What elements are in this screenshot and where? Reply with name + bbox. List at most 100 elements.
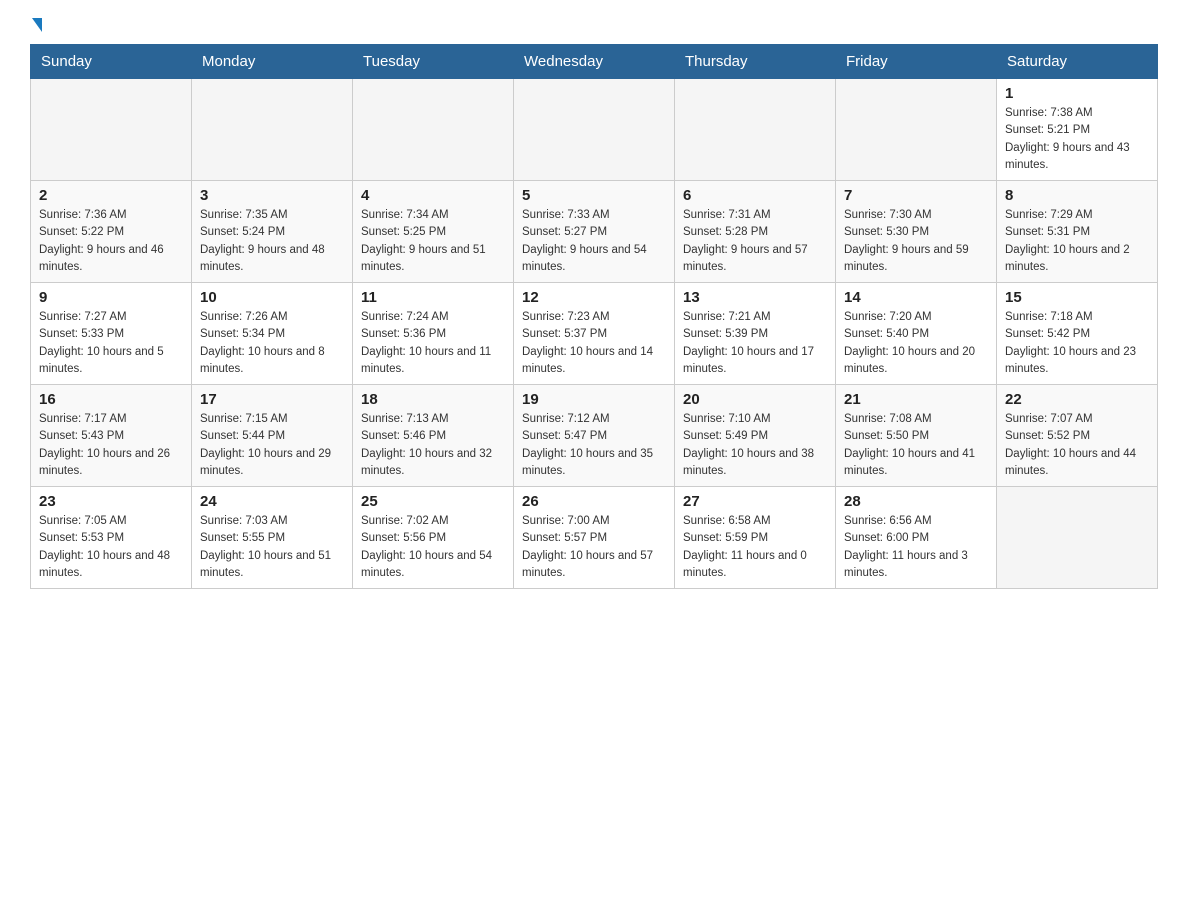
calendar-cell: [836, 79, 997, 181]
day-info: Sunrise: 7:35 AM Sunset: 5:24 PM Dayligh…: [200, 207, 344, 276]
day-info: Sunrise: 7:02 AM Sunset: 5:56 PM Dayligh…: [361, 513, 505, 582]
day-info: Sunrise: 7:27 AM Sunset: 5:33 PM Dayligh…: [39, 309, 183, 378]
calendar-cell: 25 Sunrise: 7:02 AM Sunset: 5:56 PM Dayli…: [353, 487, 514, 589]
day-info: Sunrise: 7:24 AM Sunset: 5:36 PM Dayligh…: [361, 309, 505, 378]
calendar-cell: 11 Sunrise: 7:24 AM Sunset: 5:36 PM Dayli…: [353, 283, 514, 385]
day-info: Sunrise: 7:26 AM Sunset: 5:34 PM Dayligh…: [200, 309, 344, 378]
calendar-cell: 8 Sunrise: 7:29 AM Sunset: 5:31 PM Daylig…: [997, 181, 1158, 283]
calendar-week-3: 9 Sunrise: 7:27 AM Sunset: 5:33 PM Daylig…: [31, 283, 1158, 385]
day-number: 7: [844, 187, 988, 204]
day-number: 20: [683, 391, 827, 408]
day-info: Sunrise: 7:13 AM Sunset: 5:46 PM Dayligh…: [361, 411, 505, 480]
day-info: Sunrise: 7:23 AM Sunset: 5:37 PM Dayligh…: [522, 309, 666, 378]
calendar-cell: 28 Sunrise: 6:56 AM Sunset: 6:00 PM Dayli…: [836, 487, 997, 589]
day-info: Sunrise: 6:56 AM Sunset: 6:00 PM Dayligh…: [844, 513, 988, 582]
calendar-table: SundayMondayTuesdayWednesdayThursdayFrid…: [30, 44, 1158, 589]
calendar-cell: [675, 79, 836, 181]
calendar-cell: 14Sunrise: 7:20 AM Sunset: 5:40 PM Dayli…: [836, 283, 997, 385]
day-number: 15: [1005, 289, 1149, 306]
calendar-cell: [192, 79, 353, 181]
calendar-cell: 13 Sunrise: 7:21 AM Sunset: 5:39 PM Dayli…: [675, 283, 836, 385]
calendar-cell: 12 Sunrise: 7:23 AM Sunset: 5:37 PM Dayli…: [514, 283, 675, 385]
calendar-cell: 19Sunrise: 7:12 AM Sunset: 5:47 PM Dayli…: [514, 385, 675, 487]
calendar-cell: 6 Sunrise: 7:31 AM Sunset: 5:28 PM Daylig…: [675, 181, 836, 283]
calendar-cell: 18 Sunrise: 7:13 AM Sunset: 5:46 PM Dayli…: [353, 385, 514, 487]
day-number: 21: [844, 391, 988, 408]
day-info: Sunrise: 7:18 AM Sunset: 5:42 PM Dayligh…: [1005, 309, 1149, 378]
page-header: [30, 20, 1158, 34]
day-info: Sunrise: 7:00 AM Sunset: 5:57 PM Dayligh…: [522, 513, 666, 582]
day-number: 8: [1005, 187, 1149, 204]
calendar-cell: 15 Sunrise: 7:18 AM Sunset: 5:42 PM Dayli…: [997, 283, 1158, 385]
day-number: 2: [39, 187, 183, 204]
calendar-week-5: 23Sunrise: 7:05 AM Sunset: 5:53 PM Dayli…: [31, 487, 1158, 589]
day-number: 9: [39, 289, 183, 306]
calendar-week-4: 16 Sunrise: 7:17 AM Sunset: 5:43 PM Dayli…: [31, 385, 1158, 487]
day-header-wednesday: Wednesday: [514, 45, 675, 79]
calendar-cell: 22 Sunrise: 7:07 AM Sunset: 5:52 PM Dayli…: [997, 385, 1158, 487]
calendar-cell: 9 Sunrise: 7:27 AM Sunset: 5:33 PM Daylig…: [31, 283, 192, 385]
day-number: 17: [200, 391, 344, 408]
calendar-cell: 5Sunrise: 7:33 AM Sunset: 5:27 PM Daylig…: [514, 181, 675, 283]
calendar-cell: 4 Sunrise: 7:34 AM Sunset: 5:25 PM Daylig…: [353, 181, 514, 283]
day-number: 22: [1005, 391, 1149, 408]
logo: [30, 20, 42, 34]
day-info: Sunrise: 7:07 AM Sunset: 5:52 PM Dayligh…: [1005, 411, 1149, 480]
day-info: Sunrise: 7:34 AM Sunset: 5:25 PM Dayligh…: [361, 207, 505, 276]
calendar-cell: 23Sunrise: 7:05 AM Sunset: 5:53 PM Dayli…: [31, 487, 192, 589]
calendar-cell: [514, 79, 675, 181]
day-number: 10: [200, 289, 344, 306]
calendar-cell: 17 Sunrise: 7:15 AM Sunset: 5:44 PM Dayli…: [192, 385, 353, 487]
day-number: 16: [39, 391, 183, 408]
day-number: 4: [361, 187, 505, 204]
day-number: 1: [1005, 85, 1149, 102]
day-info: Sunrise: 7:31 AM Sunset: 5:28 PM Dayligh…: [683, 207, 827, 276]
calendar-cell: 16 Sunrise: 7:17 AM Sunset: 5:43 PM Dayli…: [31, 385, 192, 487]
day-info: Sunrise: 7:17 AM Sunset: 5:43 PM Dayligh…: [39, 411, 183, 480]
day-header-friday: Friday: [836, 45, 997, 79]
logo-general-row: [30, 20, 42, 34]
day-number: 14: [844, 289, 988, 306]
calendar-cell: 21 Sunrise: 7:08 AM Sunset: 5:50 PM Dayli…: [836, 385, 997, 487]
day-number: 5: [522, 187, 666, 204]
day-header-saturday: Saturday: [997, 45, 1158, 79]
day-info: Sunrise: 7:30 AM Sunset: 5:30 PM Dayligh…: [844, 207, 988, 276]
day-info: Sunrise: 7:38 AM Sunset: 5:21 PM Dayligh…: [1005, 105, 1149, 174]
day-number: 12: [522, 289, 666, 306]
day-info: Sunrise: 7:15 AM Sunset: 5:44 PM Dayligh…: [200, 411, 344, 480]
calendar-week-2: 2 Sunrise: 7:36 AM Sunset: 5:22 PM Daylig…: [31, 181, 1158, 283]
day-header-sunday: Sunday: [31, 45, 192, 79]
day-number: 25: [361, 493, 505, 510]
day-info: Sunrise: 7:10 AM Sunset: 5:49 PM Dayligh…: [683, 411, 827, 480]
calendar-cell: 3 Sunrise: 7:35 AM Sunset: 5:24 PM Daylig…: [192, 181, 353, 283]
day-info: Sunrise: 7:05 AM Sunset: 5:53 PM Dayligh…: [39, 513, 183, 582]
day-info: Sunrise: 7:08 AM Sunset: 5:50 PM Dayligh…: [844, 411, 988, 480]
day-number: 11: [361, 289, 505, 306]
day-number: 26: [522, 493, 666, 510]
calendar-cell: [31, 79, 192, 181]
calendar-week-1: 1 Sunrise: 7:38 AM Sunset: 5:21 PM Daylig…: [31, 79, 1158, 181]
calendar-cell: 2 Sunrise: 7:36 AM Sunset: 5:22 PM Daylig…: [31, 181, 192, 283]
day-number: 3: [200, 187, 344, 204]
calendar-cell: 7 Sunrise: 7:30 AM Sunset: 5:30 PM Daylig…: [836, 181, 997, 283]
day-number: 28: [844, 493, 988, 510]
day-info: Sunrise: 7:29 AM Sunset: 5:31 PM Dayligh…: [1005, 207, 1149, 276]
day-info: Sunrise: 7:36 AM Sunset: 5:22 PM Dayligh…: [39, 207, 183, 276]
day-number: 18: [361, 391, 505, 408]
calendar-cell: [997, 487, 1158, 589]
day-number: 13: [683, 289, 827, 306]
day-header-monday: Monday: [192, 45, 353, 79]
day-number: 24: [200, 493, 344, 510]
calendar-cell: 26 Sunrise: 7:00 AM Sunset: 5:57 PM Dayli…: [514, 487, 675, 589]
day-info: Sunrise: 7:12 AM Sunset: 5:47 PM Dayligh…: [522, 411, 666, 480]
calendar-header-row: SundayMondayTuesdayWednesdayThursdayFrid…: [31, 45, 1158, 79]
day-header-tuesday: Tuesday: [353, 45, 514, 79]
day-info: Sunrise: 7:03 AM Sunset: 5:55 PM Dayligh…: [200, 513, 344, 582]
day-number: 27: [683, 493, 827, 510]
calendar-cell: [353, 79, 514, 181]
day-info: Sunrise: 6:58 AM Sunset: 5:59 PM Dayligh…: [683, 513, 827, 582]
day-number: 6: [683, 187, 827, 204]
calendar-cell: 20 Sunrise: 7:10 AM Sunset: 5:49 PM Dayli…: [675, 385, 836, 487]
day-info: Sunrise: 7:21 AM Sunset: 5:39 PM Dayligh…: [683, 309, 827, 378]
calendar-cell: 10 Sunrise: 7:26 AM Sunset: 5:34 PM Dayli…: [192, 283, 353, 385]
